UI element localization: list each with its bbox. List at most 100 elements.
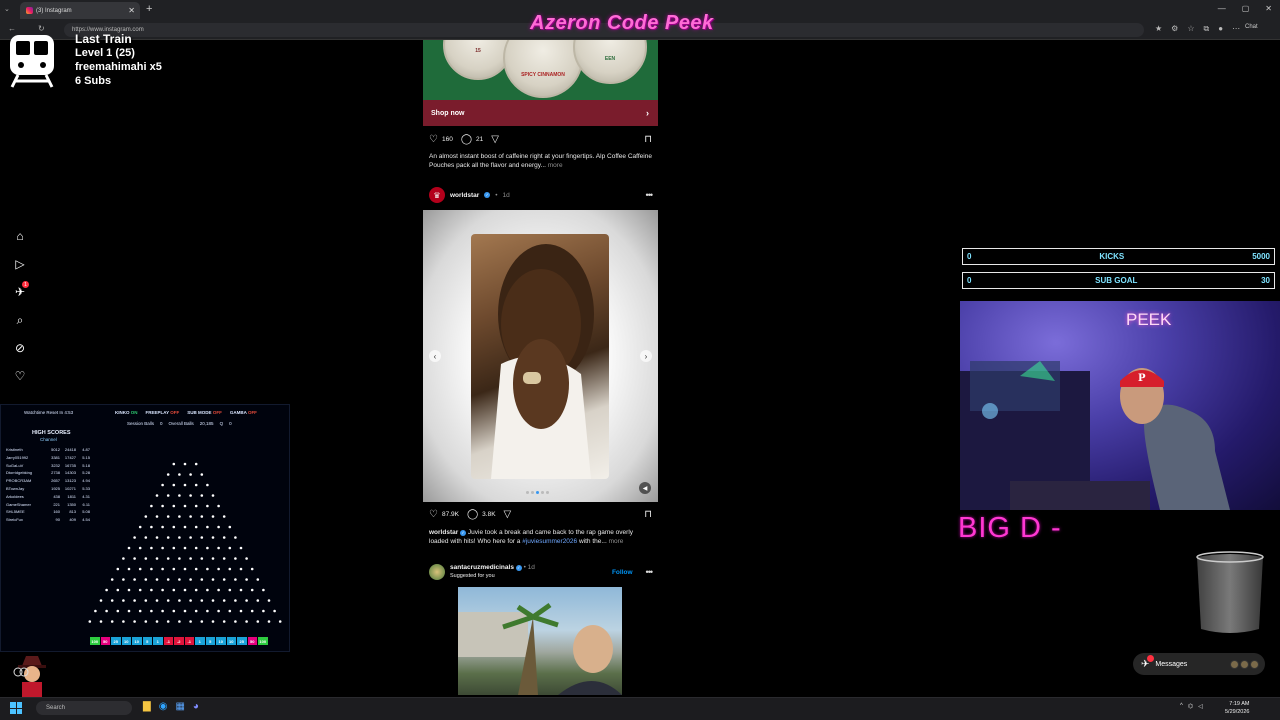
- plinko-peg: [161, 525, 164, 529]
- ad-caption: An almost instant boost of caffeine righ…: [429, 153, 652, 169]
- plinko-peg: [200, 620, 204, 623]
- ad-image[interactable]: 15 SPICY CINNAMON EEN: [423, 40, 658, 100]
- plinko-peg: [133, 620, 136, 623]
- plinko-peg: [183, 588, 187, 592]
- collections-icon[interactable]: ⧉: [1204, 24, 1210, 34]
- plinko-peg: [105, 609, 108, 613]
- discord-icon[interactable]: ◕: [193, 701, 199, 712]
- comment-icon[interactable]: ◯: [467, 509, 478, 520]
- save-icon[interactable]: ⊓: [644, 509, 652, 520]
- comment-icon[interactable]: ◯: [461, 134, 472, 145]
- favorites-icon[interactable]: ☆: [1187, 24, 1194, 34]
- like-icon[interactable]: ♡: [429, 509, 438, 520]
- post-age: 1d: [502, 191, 510, 199]
- plinko-peg: [172, 567, 176, 571]
- system-tray: ^ ⌬ ◁: [1180, 703, 1203, 710]
- search-icon[interactable]: ⌕: [12, 312, 28, 328]
- windows-start-icon[interactable]: [10, 702, 22, 714]
- share-icon[interactable]: ▽: [504, 509, 512, 520]
- profile-icon[interactable]: ●: [1218, 24, 1223, 34]
- video-frame[interactable]: [471, 234, 609, 479]
- volume-icon[interactable]: ◁: [1198, 703, 1203, 710]
- more-link[interactable]: more: [609, 538, 624, 545]
- watchtime-timer: Watchtime Reset In 4:53: [24, 410, 74, 415]
- plinko-peg: [183, 504, 187, 508]
- plinko-peg: [206, 525, 209, 529]
- mode-gamba: GAMBA OFF: [229, 410, 257, 415]
- avatar[interactable]: ♛: [429, 187, 445, 203]
- file-explorer-icon[interactable]: ▇: [143, 701, 151, 712]
- more-link[interactable]: more: [548, 162, 563, 169]
- previous-slide-button[interactable]: ‹: [429, 350, 441, 362]
- avatar[interactable]: [429, 564, 445, 580]
- plinko-peg: [234, 599, 237, 602]
- next-slide-button[interactable]: ›: [640, 350, 652, 362]
- like-icon[interactable]: ♡: [429, 134, 438, 145]
- tab-list-icon[interactable]: ⌄: [4, 5, 10, 13]
- verified-icon: ✓: [484, 192, 491, 198]
- hashtag-link[interactable]: #juviesummer2026: [522, 538, 577, 545]
- tab-close-icon[interactable]: ✕: [128, 6, 135, 15]
- share-icon[interactable]: ▽: [491, 134, 499, 145]
- plinko-slot: 100: [90, 637, 100, 645]
- tab-instagram[interactable]: (3) Instagram ✕: [20, 2, 140, 19]
- messages-button[interactable]: ✈ Messages: [1133, 653, 1265, 675]
- plinko-peg: [211, 536, 215, 539]
- plinko-peg: [256, 620, 260, 623]
- plinko-peg: [127, 588, 131, 592]
- plinko-slot: 10: [226, 637, 236, 645]
- direct-icon[interactable]: ✈ 1: [12, 281, 29, 300]
- taskbar-clock[interactable]: 7:19 AM 5/29/2026: [1225, 700, 1249, 716]
- search-placeholder: Search: [46, 705, 66, 711]
- store-icon[interactable]: ▦: [175, 701, 184, 712]
- reload-icon[interactable]: ↻: [38, 24, 45, 33]
- taskbar-search[interactable]: Search: [36, 701, 132, 715]
- carousel-dots: [526, 491, 549, 494]
- goal-label: KICKS: [1099, 252, 1125, 261]
- reels-icon[interactable]: ▷: [12, 256, 28, 272]
- tray-chevron-icon[interactable]: ^: [1180, 703, 1183, 710]
- post-username[interactable]: worldstar: [450, 192, 479, 199]
- home-icon[interactable]: ⌂: [12, 228, 28, 244]
- player-name: SuGaLuV: [6, 462, 24, 468]
- plinko-peg: [211, 515, 215, 518]
- post-username[interactable]: santacruzmedicinals: [450, 564, 514, 571]
- plinko-peg: [234, 578, 237, 581]
- save-icon[interactable]: ⊓: [644, 134, 652, 145]
- extensions-icon[interactable]: ⚙: [1171, 24, 1178, 34]
- player-name: Kristineth: [6, 447, 23, 452]
- follow-button[interactable]: Follow: [612, 569, 633, 576]
- minimize-button[interactable]: —: [1218, 4, 1226, 13]
- plinko-peg: [178, 557, 181, 560]
- notifications-icon[interactable]: ♡: [12, 368, 28, 384]
- menu-icon[interactable]: ⋯: [1232, 24, 1240, 34]
- new-tab-button[interactable]: +: [146, 3, 152, 15]
- network-icon[interactable]: ⌬: [1188, 703, 1193, 710]
- score-b: 17427: [64, 454, 76, 460]
- instagram-favicon-icon: [26, 7, 33, 14]
- direct-badge: 1: [22, 281, 29, 288]
- edge-browser-icon[interactable]: ◉: [159, 701, 168, 712]
- plinko-peg: [200, 557, 204, 560]
- suggested-post-image[interactable]: [458, 587, 622, 695]
- more-options-icon[interactable]: •••: [646, 190, 654, 200]
- shop-now-button[interactable]: Shop now ›: [423, 100, 658, 126]
- plinko-peg: [239, 546, 243, 550]
- taskbar-apps: ▇ ◉ ▦ ◕: [143, 701, 199, 712]
- mute-icon[interactable]: ◀: [639, 482, 651, 494]
- webcam-feed: P: [960, 301, 1280, 510]
- more-options-icon[interactable]: •••: [646, 567, 654, 577]
- plinko-peg: [217, 588, 220, 592]
- plinko-slot: 5: [205, 637, 215, 645]
- plinko-peg: [172, 504, 176, 508]
- plinko-peg: [194, 504, 198, 508]
- maximize-button[interactable]: ▢: [1242, 4, 1250, 13]
- bookmark-star-icon[interactable]: ★: [1155, 24, 1162, 34]
- suggested-label: Suggested for you: [450, 573, 495, 579]
- plinko-peg: [144, 599, 148, 602]
- close-window-button[interactable]: ✕: [1265, 4, 1272, 13]
- explore-icon[interactable]: ⊘: [12, 340, 28, 356]
- back-icon[interactable]: ←: [8, 24, 16, 33]
- copilot-chat-button[interactable]: Chat: [1245, 24, 1258, 30]
- video-carousel[interactable]: ‹ › ◀: [423, 210, 658, 502]
